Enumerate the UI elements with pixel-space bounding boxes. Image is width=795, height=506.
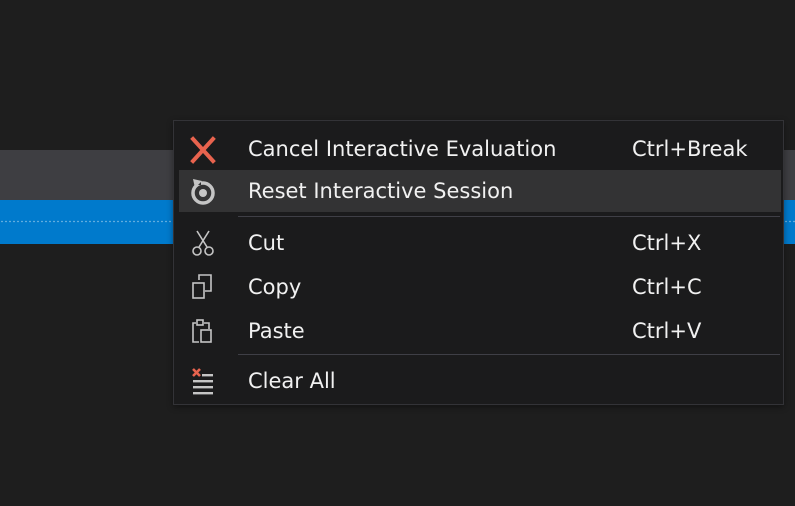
- menu-separator: [238, 216, 780, 217]
- menu-item-label: Reset Interactive Session: [248, 179, 514, 203]
- menu-item-label: Clear All: [248, 369, 336, 393]
- menu-separator: [238, 354, 780, 355]
- reset-icon: [187, 177, 219, 207]
- cancel-x-icon: [187, 135, 219, 165]
- menu-item-label: Cancel Interactive Evaluation: [248, 137, 557, 161]
- paste-icon: [187, 317, 219, 347]
- menu-item-shortcut: Ctrl+C: [632, 275, 702, 299]
- menu-item-label: Cut: [248, 231, 285, 255]
- menu-item-cancel-interactive-evaluation[interactable]: Cancel Interactive Evaluation Ctrl+Break: [179, 128, 781, 170]
- menu-item-label: Paste: [248, 319, 305, 343]
- menu-item-clear-all[interactable]: Clear All: [179, 360, 781, 402]
- scissors-icon: [187, 229, 219, 259]
- menu-item-paste[interactable]: Paste Ctrl+V: [179, 310, 781, 352]
- context-menu: Cancel Interactive Evaluation Ctrl+Break…: [173, 120, 784, 405]
- menu-item-label: Copy: [248, 275, 302, 299]
- menu-item-shortcut: Ctrl+Break: [632, 137, 748, 161]
- copy-icon: [187, 273, 219, 303]
- menu-item-cut[interactable]: Cut Ctrl+X: [179, 222, 781, 264]
- menu-item-reset-interactive-session[interactable]: Reset Interactive Session: [179, 170, 781, 212]
- menu-item-shortcut: Ctrl+X: [632, 231, 702, 255]
- menu-item-copy[interactable]: Copy Ctrl+C: [179, 266, 781, 308]
- clear-all-icon: [187, 367, 219, 397]
- menu-item-shortcut: Ctrl+V: [632, 319, 702, 343]
